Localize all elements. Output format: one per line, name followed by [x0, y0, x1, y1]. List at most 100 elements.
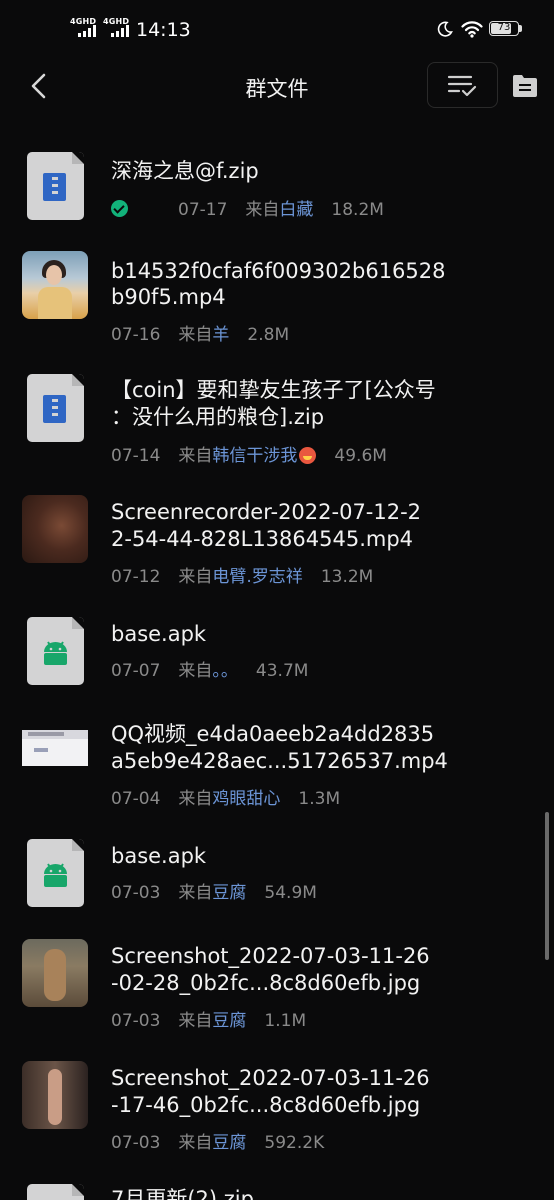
file-date: 07-12 — [111, 567, 161, 587]
file-name-line-1: b14532f0cfaf6f009302b616528 — [111, 259, 446, 283]
file-date: 07-04 — [111, 789, 161, 809]
file-item[interactable]: 【coin】要和挚友生孩子了[公众号 ：没什么用的粮仓].zip 07-14 来自… — [0, 372, 554, 482]
file-item[interactable]: b14532f0cfaf6f009302b616528 b90f5.mp4 07… — [0, 250, 554, 360]
file-item[interactable]: Screenrecorder-2022-07-12-2 2-54-44-828L… — [0, 494, 554, 604]
video-thumbnail — [22, 495, 88, 563]
file-sender[interactable]: 豆腐 — [212, 883, 246, 903]
file-size: 18.2M — [331, 200, 384, 220]
battery-level: 73 — [497, 22, 511, 33]
file-date: 07-03 — [111, 1011, 161, 1031]
wifi-icon — [461, 21, 483, 38]
file-item[interactable]: Screenshot_2022-07-03-11-26 -17-46_0b2fc… — [0, 1060, 554, 1170]
file-name-line-1: Screenrecorder-2022-07-12-2 — [111, 500, 422, 524]
from-label: 来自 — [245, 200, 280, 220]
file-name: base.apk — [111, 622, 207, 646]
file-date: 07-17 — [178, 200, 228, 220]
from-label: 来自 — [178, 661, 213, 681]
file-size: 1.1M — [264, 1011, 307, 1031]
file-item[interactable]: 深海之息@f.zip 07-17 来自白藏 18.2M — [0, 150, 554, 260]
file-name: 7月更新(2).zip — [111, 1187, 254, 1200]
sender-emoji-icon — [299, 447, 317, 464]
header: 群文件 — [0, 60, 554, 120]
file-name-line-1: Screenshot_2022-07-03-11-26 — [111, 944, 430, 968]
file-sender[interactable]: 羊 — [212, 325, 229, 345]
file-item[interactable]: Screenshot_2022-07-03-11-26 -02-28_0b2fc… — [0, 938, 554, 1048]
file-size: 54.9M — [264, 883, 317, 903]
video-thumbnail — [22, 730, 88, 766]
file-meta: 07-03 来自豆腐 592.2K — [111, 1128, 324, 1153]
status-time: 14:13 — [136, 19, 191, 41]
downloaded-check-icon — [111, 200, 128, 217]
file-item[interactable]: base.apk 07-03 来自豆腐 54.9M — [0, 836, 554, 946]
folder-icon[interactable] — [512, 74, 538, 98]
file-list: 深海之息@f.zip 07-17 来自白藏 18.2M b14532f0cfaf6f… — [0, 120, 554, 1200]
sort-button[interactable] — [427, 62, 498, 108]
android-icon — [44, 641, 67, 665]
file-size: 43.7M — [255, 661, 309, 681]
file-meta: 07-04 来自鸡眼甜心 1.3M — [111, 784, 340, 809]
file-size: 1.3M — [298, 789, 341, 809]
zip-file-icon — [27, 374, 84, 442]
file-sender[interactable]: 豆腐 — [212, 1133, 246, 1153]
from-label: 来自 — [178, 1133, 213, 1153]
file-date: 07-14 — [111, 446, 161, 466]
file-sender[interactable]: 鸡眼甜心 — [212, 789, 280, 809]
file-meta: 07-03 来自豆腐 1.1M — [111, 1006, 306, 1031]
file-meta: 07-12 来自电臂.罗志祥 13.2M — [111, 562, 373, 587]
file-size: 49.6M — [334, 446, 387, 466]
file-sender[interactable]: 韩信干涉我 — [212, 446, 297, 466]
file-item[interactable]: 7月更新(2).zip — [0, 1182, 554, 1200]
file-name-line-2: a5eb9e428aec...51726537.mp4 — [111, 749, 448, 773]
image-thumbnail — [22, 939, 88, 1007]
cellular-signal-icon: 4GHD — [103, 17, 137, 39]
zip-file-icon — [27, 152, 84, 220]
sort-list-check-icon — [447, 75, 477, 97]
file-size: 2.8M — [247, 325, 290, 345]
android-icon — [44, 863, 67, 887]
from-label: 来自 — [178, 789, 213, 809]
file-item[interactable]: QQ视频_e4da0aeeb2a4dd2835 a5eb9e428aec...5… — [0, 716, 554, 826]
status-bar: 4GHD 4GHD 14:13 73 — [0, 0, 554, 60]
from-label: 来自 — [178, 446, 213, 466]
from-label: 来自 — [178, 1011, 213, 1031]
cellular-signal-icon: 4GHD — [70, 17, 104, 39]
file-sender[interactable]: 豆腐 — [212, 1011, 246, 1031]
file-meta: 07-03 来自豆腐 54.9M — [111, 878, 317, 903]
file-name-line-1: QQ视频_e4da0aeeb2a4dd2835 — [111, 722, 435, 746]
file-date: 07-03 — [111, 1133, 161, 1153]
zip-file-icon — [27, 1184, 84, 1200]
battery-tip — [519, 25, 522, 32]
file-name: base.apk — [111, 844, 207, 868]
file-meta: 07-17 来自白藏 18.2M — [111, 195, 384, 220]
battery-icon: 73 — [489, 21, 519, 36]
file-name-line-2: ：没什么用的粮仓].zip — [111, 405, 325, 429]
file-name-line-2: -17-46_0b2fc...8c8d60efb.jpg — [111, 1093, 421, 1117]
file-item[interactable]: base.apk 07-07 来自。。 43.7M — [0, 614, 554, 724]
file-date: 07-03 — [111, 883, 161, 903]
file-date: 07-07 — [111, 661, 161, 681]
file-sender[interactable]: 白藏 — [279, 200, 313, 220]
file-meta: 07-16 来自羊 2.8M — [111, 320, 289, 345]
scrollbar[interactable] — [545, 812, 549, 960]
file-meta: 07-14 来自韩信干涉我 49.6M — [111, 441, 387, 466]
image-thumbnail — [22, 1061, 88, 1129]
apk-file-icon — [27, 617, 84, 685]
do-not-disturb-icon — [437, 21, 453, 37]
file-name-line-2: -02-28_0b2fc...8c8d60efb.jpg — [111, 971, 421, 995]
file-name: 深海之息@f.zip — [111, 159, 259, 183]
file-name-line-1: 【coin】要和挚友生孩子了[公众号 — [111, 378, 436, 402]
apk-file-icon — [27, 839, 84, 907]
video-thumbnail — [22, 251, 88, 319]
file-size: 592.2K — [264, 1133, 325, 1153]
file-name-line-1: Screenshot_2022-07-03-11-26 — [111, 1066, 430, 1090]
file-name-line-2: 2-54-44-828L13864545.mp4 — [111, 527, 414, 551]
file-sender[interactable]: 。。 — [212, 661, 238, 681]
file-size: 13.2M — [320, 567, 374, 587]
from-label: 来自 — [178, 883, 213, 903]
file-sender[interactable]: 电臂.罗志祥 — [212, 567, 302, 587]
file-name-line-2: b90f5.mp4 — [111, 285, 226, 309]
file-meta: 07-07 来自。。 43.7M — [111, 656, 308, 681]
from-label: 来自 — [178, 325, 213, 345]
file-date: 07-16 — [111, 325, 161, 345]
from-label: 来自 — [178, 567, 213, 587]
